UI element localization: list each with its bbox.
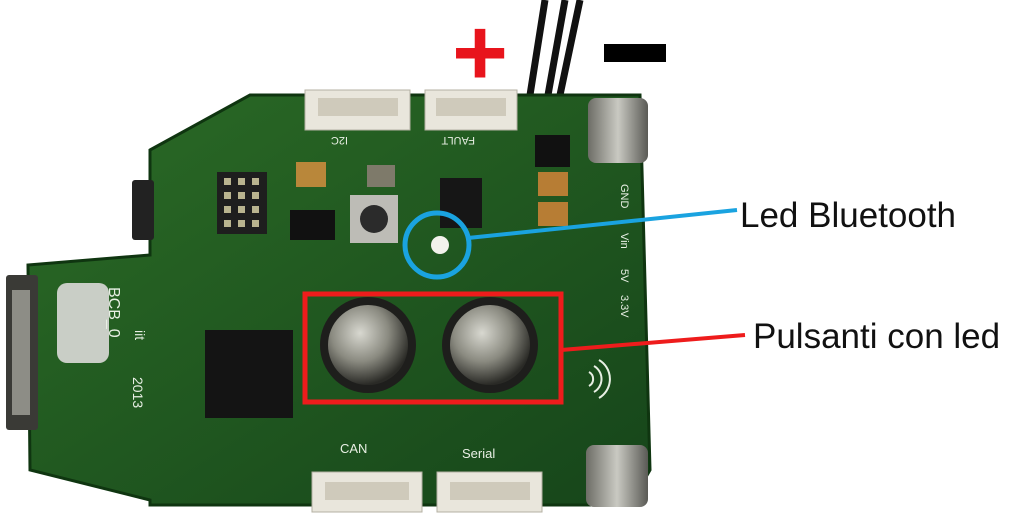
diode-d1: [535, 135, 570, 167]
silk-i2c: I2C: [331, 134, 348, 146]
pcb-photo: I2C FAULT CAN Serial GND Vin 5V 3.3V BCB…: [6, 0, 746, 513]
tact-switch: [350, 195, 398, 243]
silk-logo: iit: [132, 330, 148, 340]
bluetooth-led: [431, 236, 449, 254]
silk-year: 2013: [130, 377, 146, 408]
tantalum-1: [538, 172, 568, 196]
silk-3v3: 3.3V: [618, 295, 630, 318]
silk-gnd: GND: [618, 184, 630, 209]
tantalum-2: [538, 202, 568, 226]
silk-fault: FAULT: [441, 134, 475, 146]
silk-5v: 5V: [618, 269, 630, 283]
standoff-top: [588, 98, 648, 163]
capacitor-orange: [296, 162, 326, 187]
label-led-bluetooth: Led Bluetooth: [740, 196, 957, 235]
diode-black: [290, 210, 335, 240]
minus-symbol: [604, 44, 666, 62]
connector-i2c: [304, 89, 411, 131]
plus-symbol: +: [452, 0, 508, 106]
microcontroller: [205, 330, 293, 418]
inductor: [367, 165, 395, 187]
silk-board-id: BCB_0: [105, 287, 122, 338]
silk-serial: Serial: [462, 446, 495, 461]
connector-serial: [436, 471, 543, 513]
push-button-left: [320, 297, 416, 393]
connector-can: [311, 471, 423, 513]
power-cable: [526, 0, 584, 96]
push-button-right: [442, 297, 538, 393]
label-sticker: [57, 283, 109, 363]
silk-can: CAN: [340, 441, 367, 456]
pin-header: [217, 172, 267, 234]
side-switch: [132, 180, 154, 240]
label-pulsanti-con-led: Pulsanti con led: [753, 317, 1001, 356]
silk-vin: Vin: [618, 233, 630, 249]
standoff-bottom: [586, 445, 648, 507]
